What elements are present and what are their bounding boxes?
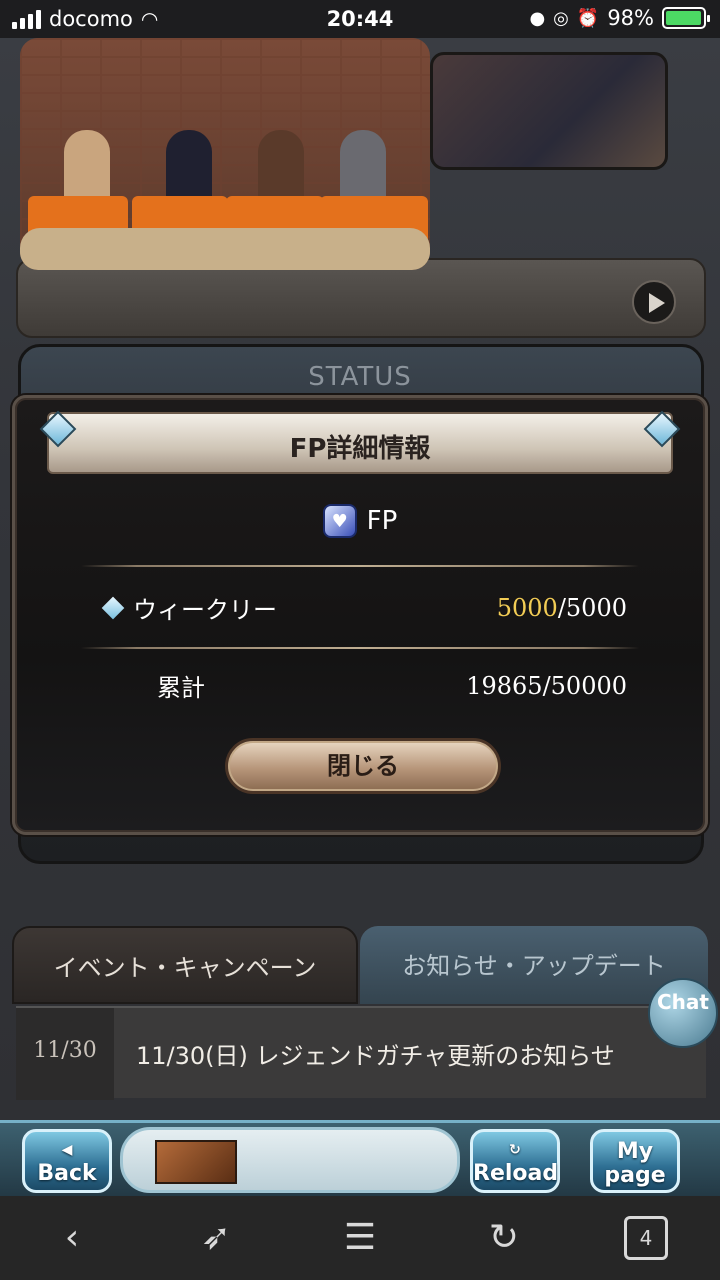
dialog-title: FP詳細情報 bbox=[289, 434, 431, 464]
status-title: STATUS bbox=[308, 362, 412, 392]
rotation-lock-icon: ◎ bbox=[553, 7, 569, 29]
browser-toolbar: ‹ ➶ ☰ ↻ 4 bbox=[0, 1196, 720, 1280]
chat-button[interactable]: Chat bbox=[648, 978, 718, 1048]
weekly-label: ウィークリー bbox=[133, 596, 277, 624]
total-label: 累計 bbox=[157, 674, 205, 702]
mypage-button[interactable]: My page bbox=[590, 1129, 680, 1193]
back-button[interactable]: ◀ Back bbox=[22, 1129, 112, 1193]
heart-gem-icon: ♥ bbox=[322, 504, 357, 538]
reload-icon: ↻ bbox=[509, 1142, 521, 1158]
item-thumbnail[interactable] bbox=[155, 1140, 237, 1184]
quick-menu-slot[interactable] bbox=[120, 1127, 460, 1193]
dialog-header: FP詳細情報 bbox=[47, 412, 673, 474]
stream-banner[interactable] bbox=[16, 258, 706, 338]
divider bbox=[81, 565, 639, 567]
total-row: 累計 19865/50000 bbox=[105, 668, 627, 703]
divider bbox=[81, 647, 639, 649]
news-date: 11/30 bbox=[16, 1008, 114, 1100]
news-title: 11/30(日) レジェンドガチャ更新のお知らせ bbox=[136, 1042, 615, 1070]
refresh-icon[interactable]: ↻ bbox=[480, 1214, 528, 1262]
pip-video[interactable] bbox=[20, 38, 430, 270]
menu-icon[interactable]: ☰ bbox=[336, 1214, 384, 1262]
total-value: 19865/50000 bbox=[466, 671, 627, 700]
tabs-count-button[interactable]: 4 bbox=[624, 1216, 668, 1260]
back-arrow-icon: ◀ bbox=[61, 1142, 73, 1158]
close-button[interactable]: 閉じる bbox=[225, 738, 501, 794]
play-icon[interactable] bbox=[632, 280, 676, 324]
person-icon: ● bbox=[529, 7, 546, 29]
battery-percent: 98% bbox=[607, 6, 654, 30]
status-bar: docomo ◠ 20:44 ● ◎ ⏰ 98% bbox=[0, 0, 720, 38]
character-banner[interactable] bbox=[430, 52, 668, 170]
fp-detail-dialog: FP詳細情報 ♥ FP ウィークリー 5000/5000 累計 19865/50… bbox=[12, 395, 708, 835]
news-tabs: イベント・キャンペーン お知らせ・アップデート bbox=[12, 926, 708, 1004]
weekly-value: 5000/5000 bbox=[496, 593, 627, 622]
diamond-bullet-icon bbox=[101, 596, 125, 619]
battery-icon bbox=[662, 7, 710, 29]
rocket-icon[interactable]: ➶ bbox=[192, 1214, 240, 1262]
game-nav-bar: ◀ Back ↻ Reload My page bbox=[0, 1120, 720, 1196]
back-chevron-icon[interactable]: ‹ bbox=[48, 1214, 96, 1262]
fp-label: FP bbox=[366, 506, 398, 536]
alarm-icon: ⏰ bbox=[576, 7, 600, 29]
tab-events[interactable]: イベント・キャンペーン bbox=[12, 926, 358, 1004]
reload-button[interactable]: ↻ Reload bbox=[470, 1129, 560, 1193]
news-list-item[interactable]: 11/30 11/30(日) レジェンドガチャ更新のお知らせ bbox=[16, 1006, 706, 1100]
weekly-row: ウィークリー 5000/5000 bbox=[101, 590, 627, 625]
